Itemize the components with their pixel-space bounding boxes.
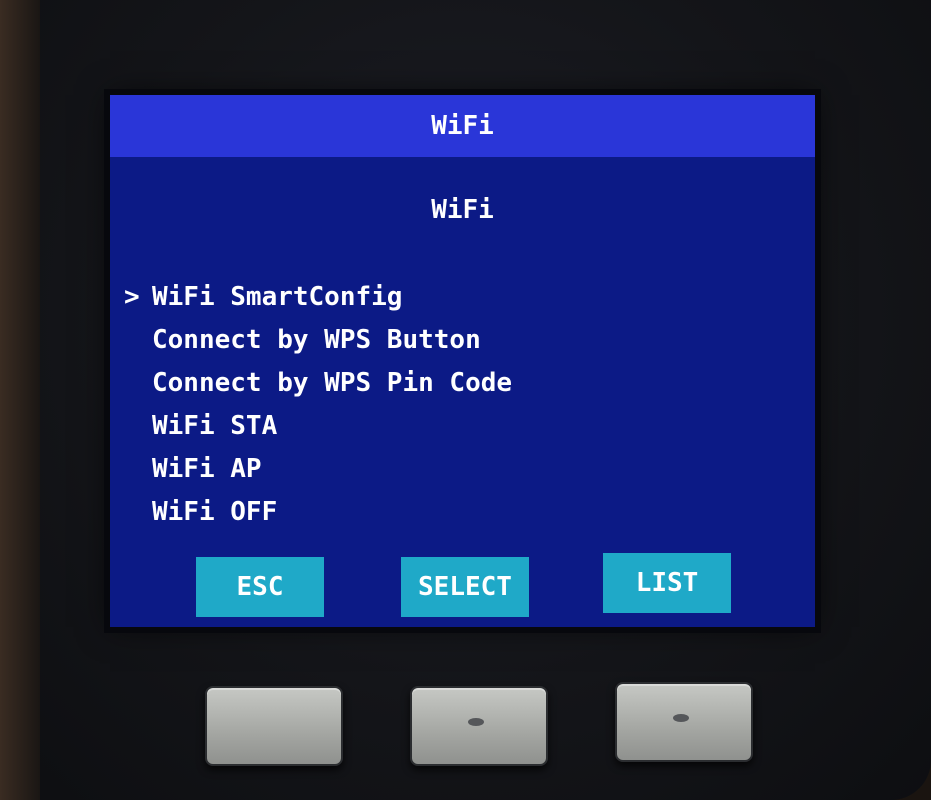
screen-title: WiFi — [431, 111, 494, 141]
hardware-button-left[interactable] — [205, 686, 343, 766]
menu-item-wps-button[interactable]: Connect by WPS Button — [124, 318, 804, 361]
esc-softkey[interactable]: ESC — [196, 557, 324, 617]
device-body: WiFi WiFi > WiFi SmartConfig Connect by … — [0, 0, 931, 800]
menu-item-wps-pin-code[interactable]: Connect by WPS Pin Code — [124, 361, 804, 404]
button-dimple-icon — [468, 718, 484, 726]
menu-item-label: Connect by WPS Button — [152, 324, 481, 355]
lcd-screen: WiFi WiFi > WiFi SmartConfig Connect by … — [110, 95, 815, 627]
menu-heading: WiFi — [431, 195, 494, 225]
menu-item-label: WiFi AP — [152, 453, 262, 484]
menu-item-wifi-off[interactable]: WiFi OFF — [124, 490, 804, 533]
button-dimple-icon — [673, 714, 689, 722]
list-softkey[interactable]: LIST — [603, 553, 731, 613]
title-bar: WiFi — [110, 95, 815, 157]
menu-item-wifi-smartconfig[interactable]: > WiFi SmartConfig — [124, 275, 804, 318]
menu-item-label: WiFi STA — [152, 410, 278, 441]
menu-list: > WiFi SmartConfig Connect by WPS Button… — [124, 275, 804, 533]
hardware-button-middle[interactable] — [410, 686, 548, 766]
device-bezel — [0, 0, 40, 800]
menu-item-label: WiFi SmartConfig — [152, 281, 403, 312]
hardware-button-right[interactable] — [615, 682, 753, 762]
menu-item-wifi-sta[interactable]: WiFi STA — [124, 404, 804, 447]
select-softkey[interactable]: SELECT — [401, 557, 529, 617]
menu-item-label: Connect by WPS Pin Code — [152, 367, 513, 398]
menu-item-wifi-ap[interactable]: WiFi AP — [124, 447, 804, 490]
selection-cursor-icon: > — [124, 281, 140, 312]
menu-item-label: WiFi OFF — [152, 496, 278, 527]
